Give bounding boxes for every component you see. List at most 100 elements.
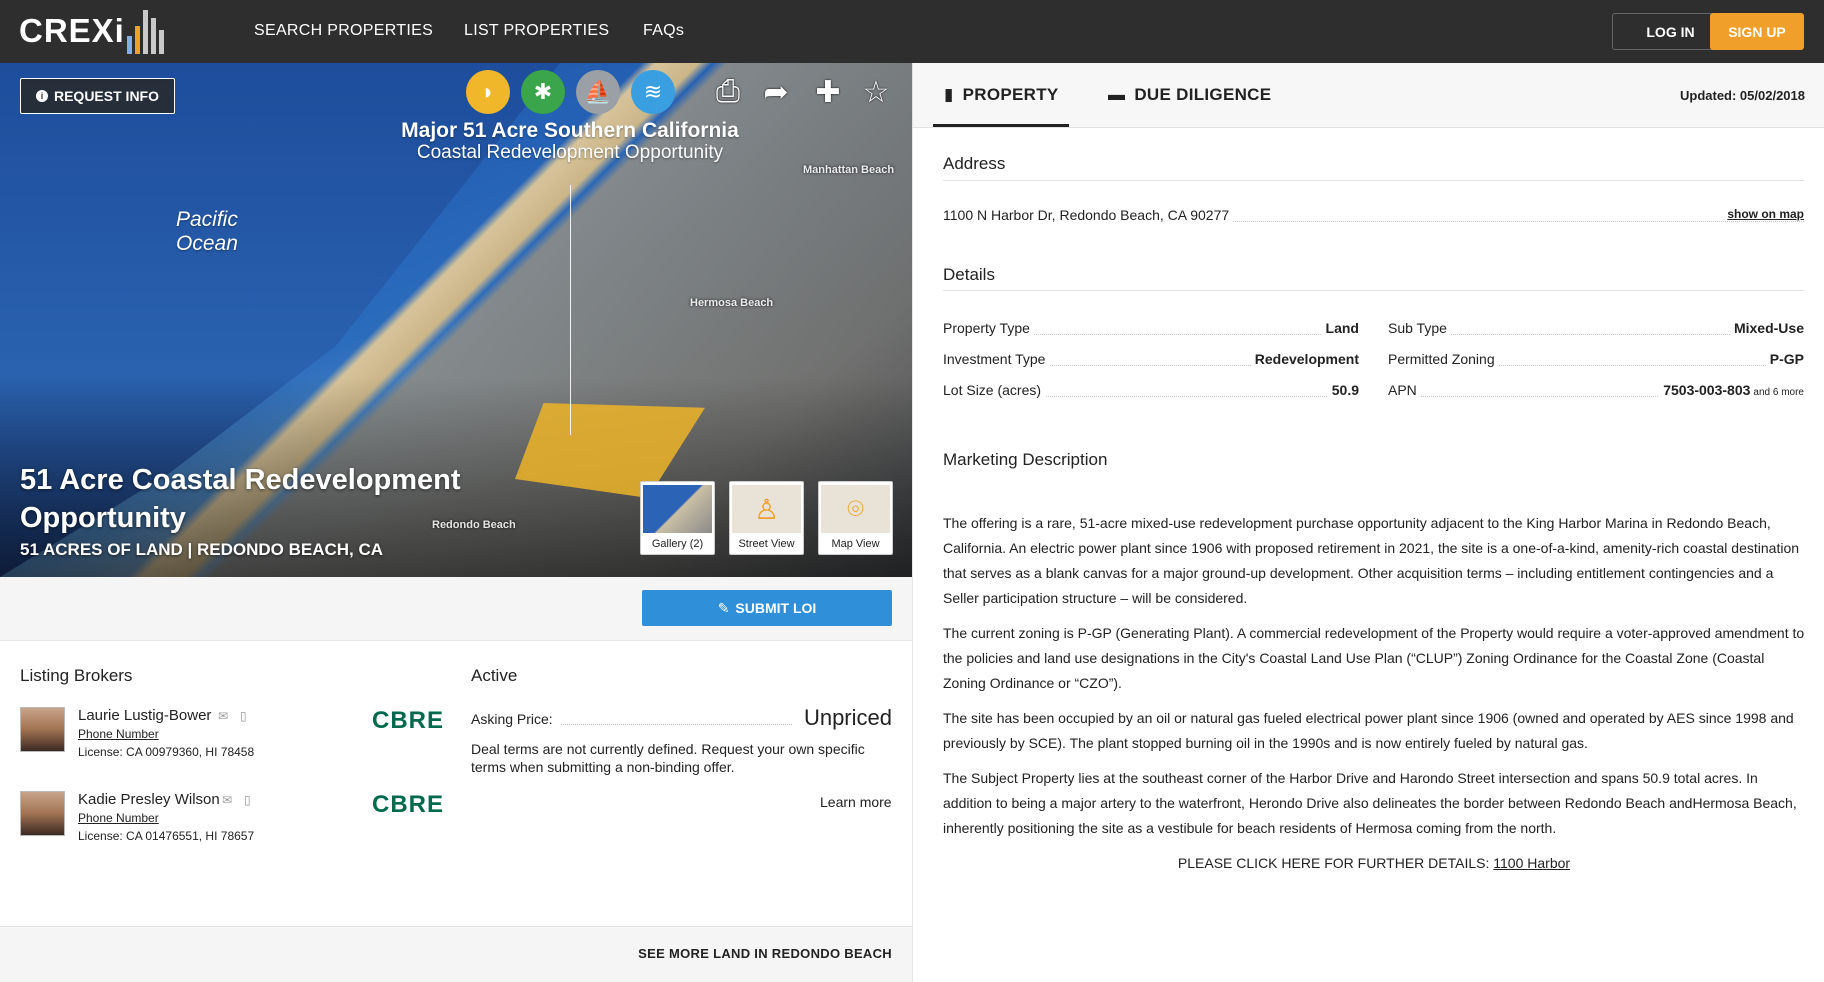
detail-value: P-GP xyxy=(1765,351,1804,367)
tab-property-label: PROPERTY xyxy=(962,85,1059,104)
ocean-label: Pacific Ocean xyxy=(176,208,238,256)
detail-key: Sub Type xyxy=(1388,320,1451,336)
footer-bar: SEE MORE LAND IN REDONDO BEACH xyxy=(0,926,912,982)
broker-name[interactable]: Laurie Lustig-Bower xyxy=(78,707,211,724)
palm-tree-icon: ✱ xyxy=(521,70,565,114)
address-value: 1100 N Harbor Dr, Redondo Beach, CA 9027… xyxy=(943,207,1234,223)
signup-button[interactable]: SIGN UP xyxy=(1710,13,1804,50)
detail-key: Investment Type xyxy=(943,351,1050,367)
avatar xyxy=(20,791,65,836)
divider xyxy=(943,290,1804,291)
broker-license: License: CA 01476551, HI 78657 xyxy=(78,829,255,843)
waves-icon: ≋ xyxy=(631,70,675,114)
further-details: PLEASE CLICK HERE FOR FURTHER DETAILS: 1… xyxy=(943,855,1805,871)
apn-more-link[interactable]: and 6 more xyxy=(1753,387,1804,398)
envelope-icon[interactable]: ✉ xyxy=(222,793,240,807)
learn-more-link[interactable]: Learn more xyxy=(820,794,892,810)
submit-loi-label: SUBMIT LOI xyxy=(735,600,817,616)
address-heading: Address xyxy=(943,154,1006,173)
cbre-logo: CBRE xyxy=(372,791,445,818)
nav-list-properties[interactable]: LIST PROPERTIES xyxy=(464,22,609,40)
details-heading: Details xyxy=(943,265,995,284)
show-on-map-link[interactable]: show on map xyxy=(1723,207,1804,221)
tab-due-diligence[interactable]: ▬ DUE DILIGENCE xyxy=(1108,85,1271,105)
request-info-label: REQUEST INFO xyxy=(53,88,159,104)
avatar xyxy=(20,707,65,752)
phone-number-link[interactable]: Phone Number xyxy=(78,727,159,741)
marketing-paragraph: The current zoning is P-GP (Generating P… xyxy=(943,625,1805,691)
marketing-paragraph: The offering is a rare, 51-acre mixed-us… xyxy=(943,515,1800,606)
top-nav: CREXi SEARCH PROPERTIES LIST PROPERTIES … xyxy=(0,0,1824,63)
detail-key: Permitted Zoning xyxy=(1388,351,1499,367)
detail-row: Lot Size (acres) 50.9 xyxy=(943,382,1359,402)
address-row: 1100 N Harbor Dr, Redondo Beach, CA 9027… xyxy=(943,207,1804,227)
sailboat-icon: ⛵ xyxy=(576,70,620,114)
detail-row: Property Type Land xyxy=(943,320,1359,340)
broker-name[interactable]: Kadie Presley Wilson xyxy=(78,791,220,808)
nav-faqs[interactable]: FAQs xyxy=(643,22,684,40)
see-more-land-link[interactable]: SEE MORE LAND IN REDONDO BEACH xyxy=(638,946,892,961)
updated-date: Updated: 05/02/2018 xyxy=(1679,88,1805,103)
bookmark-icon[interactable]: ▯ xyxy=(244,793,259,807)
asking-price-row: Asking Price: Unpriced xyxy=(471,705,892,730)
site-marker-line xyxy=(570,185,571,435)
envelope-icon[interactable]: ✉ xyxy=(218,709,236,723)
logo-buildings-icon xyxy=(126,8,164,54)
ocean-label-1: Pacific xyxy=(176,208,238,231)
broker-card: Laurie Lustig-Bower ✉ ▯ Phone Number Lic… xyxy=(20,707,443,759)
building-icon: ▮ xyxy=(944,85,954,104)
detail-row: Sub Type Mixed-Use xyxy=(1388,320,1804,340)
banner-line-1: Major 51 Acre Southern California xyxy=(401,119,739,142)
banner-line-2: Coastal Redevelopment Opportunity xyxy=(416,142,724,163)
submit-loi-button[interactable]: ✎ SUBMIT LOI xyxy=(642,590,892,626)
marketing-paragraph: The Subject Property lies at the southea… xyxy=(943,770,1797,836)
map-view-label: Map View xyxy=(831,538,880,550)
property-title: 51 Acre Coastal Redevelopment Opportunit… xyxy=(20,464,461,534)
folder-icon: ▬ xyxy=(1108,85,1126,104)
asking-price-value: Unpriced xyxy=(803,705,892,730)
detail-key: Property Type xyxy=(943,320,1034,336)
detail-value: Redevelopment xyxy=(1250,351,1359,367)
nav-search-properties[interactable]: SEARCH PROPERTIES xyxy=(254,22,433,40)
active-tab-indicator xyxy=(933,124,1069,127)
bookmark-icon[interactable]: ▯ xyxy=(240,709,255,723)
logo-text: CREXi xyxy=(19,12,125,49)
marketing-heading: Marketing Description xyxy=(943,450,1108,469)
divider xyxy=(943,180,1804,181)
share-icon[interactable]: ➦ xyxy=(758,74,794,110)
edit-icon: ✎ xyxy=(717,599,730,616)
gallery-label: Gallery (2) xyxy=(651,538,704,550)
detail-row: Investment Type Redevelopment xyxy=(943,351,1359,371)
gallery-image xyxy=(643,485,712,533)
phone-number-link[interactable]: Phone Number xyxy=(78,811,159,825)
map-view-thumb[interactable]: ⌾ Map View xyxy=(818,481,893,555)
request-info-button[interactable]: i REQUEST INFO xyxy=(20,78,175,114)
tab-property[interactable]: ▮ PROPERTY xyxy=(944,85,1059,105)
status-heading: Active xyxy=(471,666,518,685)
gallery-thumb[interactable]: Gallery (2) xyxy=(640,481,715,555)
favorite-star-icon[interactable]: ☆ xyxy=(858,74,894,110)
info-icon: i xyxy=(35,90,48,102)
map-pin-icon: ⌾ xyxy=(821,485,890,533)
marketing-paragraph: The site has been occupied by an oil or … xyxy=(943,710,1794,751)
detail-row: APN 7503-003-803 and 6 more xyxy=(1388,382,1804,402)
dotted-leader xyxy=(561,724,792,725)
hero-image: i REQUEST INFO ◗ ✱ ⛵ ≋ ⎙ ➦ ✚ ☆ Major 51 … xyxy=(0,63,912,577)
further-details-link[interactable]: 1100 Harbor xyxy=(1493,855,1570,871)
listing-brokers-heading: Listing Brokers xyxy=(20,666,133,685)
detail-value: Land xyxy=(1321,320,1359,336)
map-label-hermosa: Hermosa Beach xyxy=(690,297,774,309)
deal-terms-text: Deal terms are not currently defined. Re… xyxy=(471,741,865,775)
apn-value: 7503-003-803 xyxy=(1663,382,1751,398)
broker-card: Kadie Presley Wilson ✉ ▯ Phone Number Li… xyxy=(20,791,443,843)
detail-key: Lot Size (acres) xyxy=(943,382,1046,398)
asking-price-label: Asking Price: xyxy=(471,711,553,727)
detail-row: Permitted Zoning P-GP xyxy=(1388,351,1804,371)
street-view-thumb[interactable]: ♙ Street View xyxy=(729,481,804,555)
detail-value: 7503-003-803 and 6 more xyxy=(1659,382,1804,398)
print-icon[interactable]: ⎙ xyxy=(710,74,746,110)
broker-license: License: CA 00979360, HI 78458 xyxy=(78,745,255,759)
shell-icon: ◗ xyxy=(466,70,510,114)
crexi-logo[interactable]: CREXi xyxy=(19,6,164,56)
add-icon[interactable]: ✚ xyxy=(810,74,846,110)
